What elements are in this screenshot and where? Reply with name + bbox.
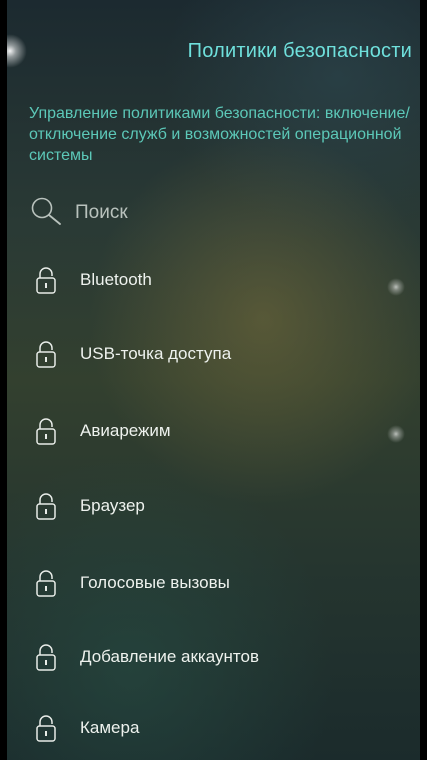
page-description: Управление политиками безопасности: вклю… [29,105,410,164]
policy-item-label: Браузер [80,496,145,515]
lock-icon [35,568,57,598]
lock-icon [35,416,57,446]
search-label: Поиск [75,202,128,223]
lock-icon [35,491,57,521]
top-left-light-glow [7,34,27,68]
policy-item-label: Bluetooth [80,270,152,289]
policy-item-label: USB-точка доступа [80,344,232,363]
policy-item[interactable]: USB-точка доступа [35,334,407,374]
lock-icon [35,713,57,743]
page-title: Политики безопасности [187,40,412,62]
policy-item-label: Добавление аккаунтов [80,647,259,666]
lock-icon [35,339,57,369]
policy-item[interactable]: Добавление аккаунтов [35,637,407,677]
policy-item[interactable]: Bluetooth [35,260,407,300]
policy-item-label: Голосовые вызовы [80,573,230,592]
policy-item[interactable]: Камера [35,708,407,748]
policy-item[interactable]: Авиарежим [35,411,407,451]
policy-item-label: Авиарежим [80,421,171,440]
policies-screen: Политики безопасности Управление политик… [7,0,420,760]
lock-icon [35,642,57,672]
policy-item[interactable]: Голосовые вызовы [35,563,407,603]
search-field[interactable]: Поиск [29,195,409,231]
policy-item-label: Камера [80,718,140,737]
policy-item[interactable]: Браузер [35,486,407,526]
lock-icon [35,265,57,295]
search-icon [29,196,65,231]
